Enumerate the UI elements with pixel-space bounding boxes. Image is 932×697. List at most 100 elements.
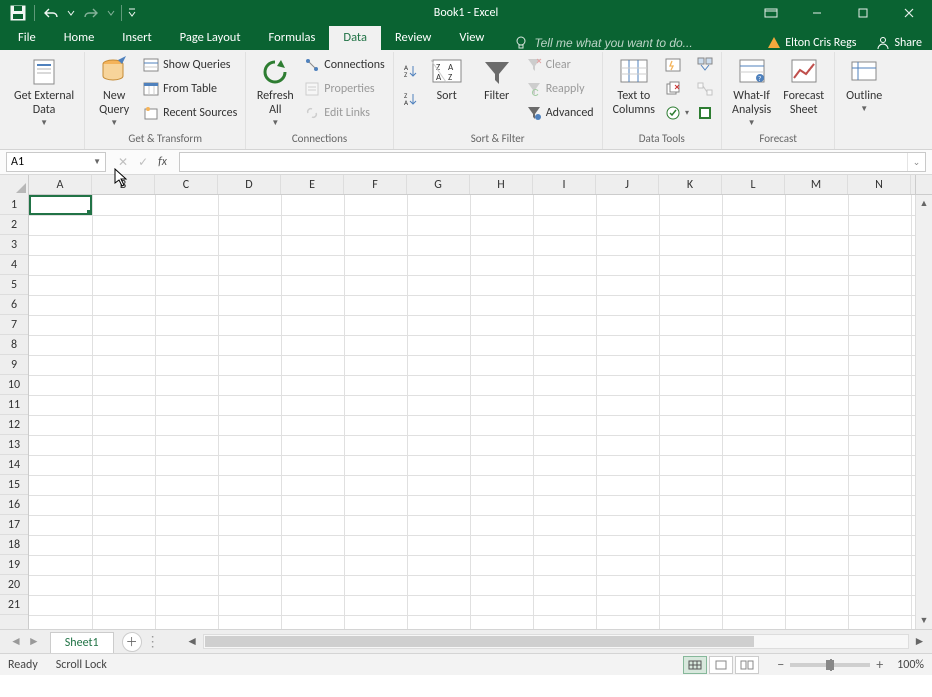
enter-icon[interactable]: ✓ — [138, 155, 148, 170]
column-header[interactable]: C — [155, 175, 218, 194]
scroll-down-icon[interactable]: ▼ — [916, 612, 932, 629]
name-box-dropdown-icon[interactable]: ▼ — [93, 157, 101, 167]
sheet-nav-next-icon[interactable]: ► — [28, 634, 40, 649]
row-header[interactable]: 3 — [0, 235, 28, 255]
view-normal-button[interactable] — [683, 656, 707, 674]
tell-me-input[interactable] — [534, 36, 704, 50]
remove-duplicates-button[interactable] — [663, 78, 691, 100]
row-header[interactable]: 19 — [0, 555, 28, 575]
save-icon[interactable] — [6, 2, 30, 24]
new-query-button[interactable]: New Query ▼ — [91, 54, 137, 128]
column-header[interactable]: D — [218, 175, 281, 194]
tab-page-layout[interactable]: Page Layout — [166, 26, 255, 50]
sheet-nav[interactable]: ◄ ► — [0, 634, 50, 649]
column-header[interactable]: L — [722, 175, 785, 194]
forecast-sheet-button[interactable]: Forecast Sheet — [779, 54, 828, 118]
row-header[interactable]: 1 — [0, 195, 28, 215]
formula-bar-expand-icon[interactable]: ⌄ — [907, 153, 925, 171]
tab-home[interactable]: Home — [50, 26, 109, 50]
row-header[interactable]: 12 — [0, 415, 28, 435]
fx-icon[interactable]: fx — [158, 155, 167, 169]
column-header[interactable]: H — [470, 175, 533, 194]
data-validation-button[interactable]: ▾ — [663, 102, 691, 124]
tab-formulas[interactable]: Formulas — [255, 26, 330, 50]
sort-button[interactable]: ZAAZ Sort — [424, 54, 470, 104]
column-header[interactable]: M — [785, 175, 848, 194]
manage-data-model-button[interactable] — [695, 102, 715, 124]
reapply-button[interactable]: Reapply — [524, 78, 596, 100]
tab-split-handle[interactable]: ⋮ — [150, 633, 156, 651]
column-header[interactable]: J — [596, 175, 659, 194]
row-header[interactable]: 15 — [0, 475, 28, 495]
maximize-icon[interactable] — [840, 0, 886, 26]
show-queries-button[interactable]: Show Queries — [141, 54, 239, 76]
row-header[interactable]: 14 — [0, 455, 28, 475]
row-header[interactable]: 5 — [0, 275, 28, 295]
column-header[interactable]: K — [659, 175, 722, 194]
formula-bar[interactable]: ⌄ — [179, 152, 926, 172]
consolidate-button[interactable] — [695, 54, 715, 76]
tab-view[interactable]: View — [445, 26, 498, 50]
new-sheet-button[interactable]: ＋ — [122, 632, 142, 652]
row-header[interactable]: 21 — [0, 595, 28, 615]
zoom-in-button[interactable]: + — [876, 656, 883, 673]
close-icon[interactable] — [886, 0, 932, 26]
scroll-right-icon[interactable]: ► — [911, 633, 928, 650]
undo-icon[interactable] — [39, 2, 63, 24]
zoom-out-button[interactable]: − — [777, 656, 784, 673]
active-cell[interactable] — [29, 195, 92, 215]
row-header[interactable]: 6 — [0, 295, 28, 315]
cancel-icon[interactable]: ✕ — [118, 155, 128, 170]
tab-insert[interactable]: Insert — [108, 26, 165, 50]
row-header[interactable]: 20 — [0, 575, 28, 595]
from-table-button[interactable]: From Table — [141, 78, 239, 100]
row-header[interactable]: 17 — [0, 515, 28, 535]
name-box[interactable]: A1 ▼ — [6, 152, 106, 172]
get-external-data-button[interactable]: Get External Data ▼ — [10, 54, 78, 128]
qat-customize-icon[interactable] — [126, 2, 138, 24]
tell-me[interactable] — [498, 36, 757, 50]
redo-icon[interactable] — [79, 2, 103, 24]
column-header[interactable]: F — [344, 175, 407, 194]
scroll-up-icon[interactable]: ▲ — [916, 195, 932, 212]
row-header[interactable]: 10 — [0, 375, 28, 395]
tab-review[interactable]: Review — [381, 26, 445, 50]
undo-dropdown-icon[interactable] — [65, 2, 77, 24]
advanced-button[interactable]: Advanced — [524, 102, 596, 124]
edit-links-button[interactable]: Edit Links — [302, 102, 386, 124]
account-user[interactable]: Elton Cris Regs — [757, 36, 866, 50]
refresh-all-button[interactable]: Refresh All ▼ — [252, 54, 298, 128]
connections-button[interactable]: Connections — [302, 54, 386, 76]
row-header[interactable]: 9 — [0, 355, 28, 375]
tab-data[interactable]: Data — [329, 26, 381, 50]
column-header[interactable]: E — [281, 175, 344, 194]
recent-sources-button[interactable]: Recent Sources — [141, 102, 239, 124]
zoom-level[interactable]: 100% — [897, 658, 924, 672]
tab-file[interactable]: File — [4, 26, 50, 50]
outline-button[interactable]: Outline ▼ — [841, 54, 887, 114]
column-header[interactable]: B — [92, 175, 155, 194]
horizontal-scrollbar[interactable]: ◄ ► — [184, 633, 928, 650]
zoom-slider[interactable] — [790, 663, 870, 667]
scroll-left-icon[interactable]: ◄ — [184, 633, 201, 650]
what-if-analysis-button[interactable]: ? What-If Analysis ▼ — [728, 54, 775, 128]
sheet-nav-prev-icon[interactable]: ◄ — [10, 634, 22, 649]
sort-az-button[interactable]: AZ — [400, 60, 420, 82]
row-header[interactable]: 7 — [0, 315, 28, 335]
text-to-columns-button[interactable]: Text to Columns — [609, 54, 659, 118]
row-header[interactable]: 8 — [0, 335, 28, 355]
minimize-icon[interactable] — [794, 0, 840, 26]
row-header[interactable]: 4 — [0, 255, 28, 275]
row-header[interactable]: 16 — [0, 495, 28, 515]
relationships-button[interactable] — [695, 78, 715, 100]
vertical-scrollbar[interactable]: ▲ ▼ — [915, 195, 932, 629]
view-page-break-button[interactable] — [735, 656, 759, 674]
row-header[interactable]: 18 — [0, 535, 28, 555]
column-header[interactable]: G — [407, 175, 470, 194]
ribbon-display-icon[interactable] — [748, 0, 794, 26]
column-header[interactable]: A — [29, 175, 92, 194]
filter-button[interactable]: Filter — [474, 54, 520, 104]
view-page-layout-button[interactable] — [709, 656, 733, 674]
column-header[interactable]: I — [533, 175, 596, 194]
hscroll-thumb[interactable] — [205, 636, 754, 647]
